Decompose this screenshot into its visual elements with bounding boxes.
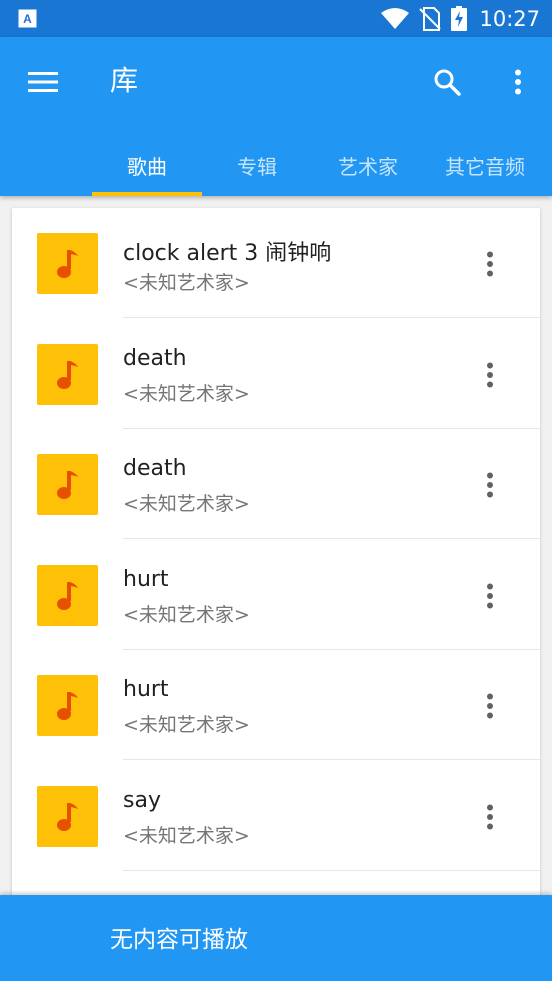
more-vertical-icon[interactable] <box>472 573 508 619</box>
divider <box>123 538 540 539</box>
music-note-icon <box>37 344 98 405</box>
list-item[interactable]: clock alert 3 闹钟响 <未知艺术家> <box>12 208 540 318</box>
music-note-icon <box>37 233 98 294</box>
more-vertical-icon[interactable] <box>496 59 540 105</box>
song-artist: <未知艺术家> <box>123 272 250 294</box>
tab-songs[interactable]: 歌曲 <box>92 137 202 193</box>
divider <box>123 759 540 760</box>
tab-indicator <box>92 192 202 196</box>
music-note-icon <box>37 675 98 736</box>
list-item[interactable]: say <未知艺术家> <box>12 761 540 871</box>
app-bar: 库 歌曲 专辑 艺术家 其它音频 <box>0 37 552 196</box>
wifi-icon <box>381 7 410 30</box>
song-artist: <未知艺术家> <box>123 714 250 736</box>
song-title: death <box>123 346 187 371</box>
battery-charging-icon <box>451 6 468 31</box>
song-list: clock alert 3 闹钟响 <未知艺术家> death <未知艺术家> <box>12 208 540 908</box>
now-playing-text: 无内容可播放 <box>110 927 248 953</box>
more-vertical-icon[interactable] <box>472 794 508 840</box>
more-vertical-icon[interactable] <box>472 241 508 287</box>
song-artist: <未知艺术家> <box>123 604 250 626</box>
list-item[interactable]: death <未知艺术家> <box>12 429 540 539</box>
tab-albums[interactable]: 专辑 <box>202 137 312 193</box>
song-title: hurt <box>123 567 169 592</box>
divider <box>123 870 540 871</box>
song-title: death <box>123 456 187 481</box>
status-bar: A 10:27 <box>0 0 552 37</box>
font-a-icon: A <box>18 9 37 28</box>
music-note-icon <box>37 786 98 847</box>
divider <box>123 317 540 318</box>
more-vertical-icon[interactable] <box>472 352 508 398</box>
tab-other-audio[interactable]: 其它音频 <box>428 137 542 193</box>
list-item[interactable]: hurt <未知艺术家> <box>12 650 540 760</box>
song-artist: <未知艺术家> <box>123 825 250 847</box>
music-note-icon <box>37 565 98 626</box>
song-artist: <未知艺术家> <box>123 383 250 405</box>
more-vertical-icon[interactable] <box>472 462 508 508</box>
now-playing-bar[interactable]: 无内容可播放 <box>0 895 552 981</box>
svg-text:A: A <box>23 12 32 26</box>
song-title: hurt <box>123 677 169 702</box>
list-item[interactable]: hurt <未知艺术家> <box>12 540 540 650</box>
list-item[interactable]: death <未知艺术家> <box>12 319 540 429</box>
no-sim-icon <box>419 6 442 31</box>
song-title: say <box>123 788 161 813</box>
hamburger-menu-icon[interactable] <box>16 59 70 105</box>
status-time: 10:27 <box>479 6 540 31</box>
song-title: clock alert 3 闹钟响 <box>123 241 332 266</box>
search-icon[interactable] <box>424 59 470 105</box>
tab-bar: 歌曲 专辑 艺术家 其它音频 <box>0 137 552 196</box>
song-artist: <未知艺术家> <box>123 493 250 515</box>
page-title: 库 <box>110 64 139 97</box>
tab-artists[interactable]: 艺术家 <box>312 137 424 193</box>
more-vertical-icon[interactable] <box>472 683 508 729</box>
music-note-icon <box>37 454 98 515</box>
